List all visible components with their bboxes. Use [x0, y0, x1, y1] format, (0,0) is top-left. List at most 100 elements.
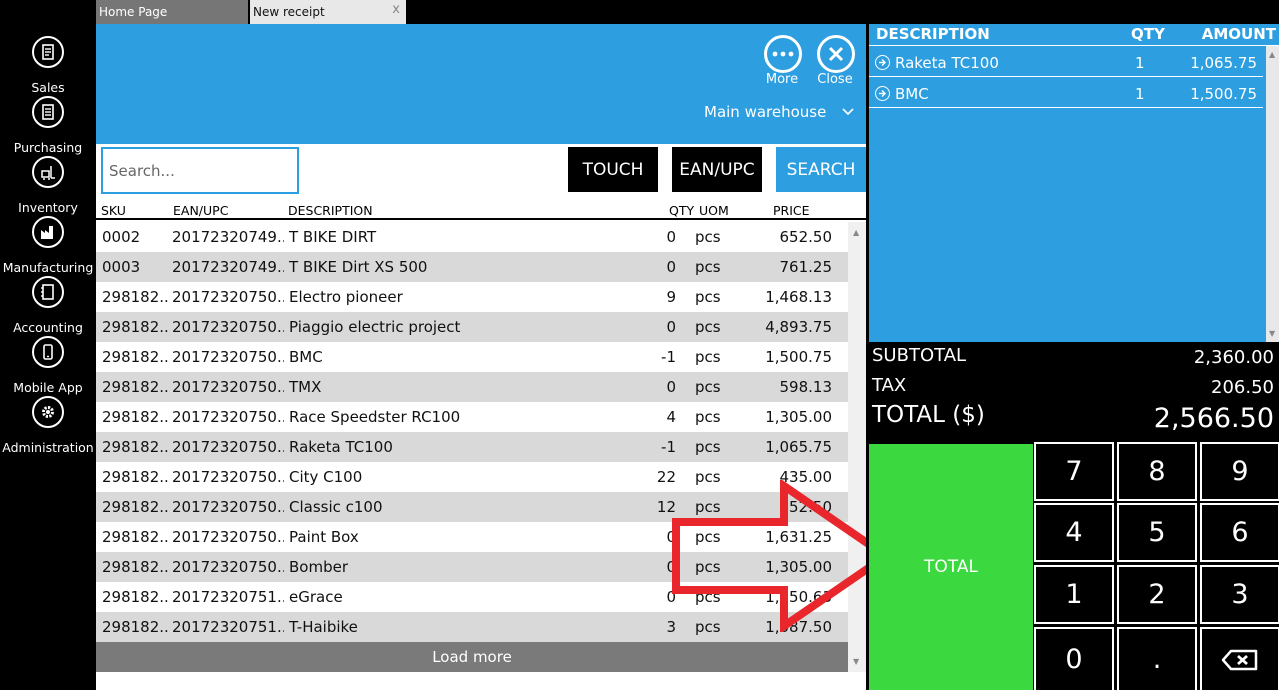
price-cell: 652.50 — [779, 498, 833, 516]
scroll-up-icon[interactable]: ▲ — [853, 228, 859, 237]
search-button[interactable]: SEARCH — [776, 147, 866, 192]
cart-line[interactable]: BMC 1 1,500.75 — [869, 78, 1263, 108]
tab-label: Home Page — [99, 5, 168, 19]
column-header-price[interactable]: PRICE — [773, 203, 810, 218]
sidebar-item-label: Mobile App — [13, 380, 83, 395]
description-cell: Piaggio electric project — [289, 318, 461, 336]
uom-cell: pcs — [695, 378, 721, 396]
ean-cell: 20172320750... — [172, 468, 284, 486]
arrow-right-circle-icon[interactable] — [875, 86, 890, 101]
table-row[interactable]: 298182... 20172320750... Classic c100 12 pcs… — [96, 492, 848, 522]
subtotal-label: SUBTOTAL — [872, 345, 967, 366]
uom-cell: pcs — [695, 588, 721, 606]
total-value: 2,566.50 — [1153, 403, 1274, 434]
table-row[interactable]: 0003 20172320749... T BIKE Dirt XS 500 0 pcs… — [96, 252, 848, 282]
key-1[interactable]: 1 — [1034, 565, 1114, 624]
sidebar-item-manufacturing[interactable]: Manufacturing — [0, 216, 96, 276]
scroll-up-icon[interactable]: ▲ — [1269, 50, 1275, 59]
ean-upc-button[interactable]: EAN/UPC — [672, 147, 762, 192]
touch-button[interactable]: TOUCH — [568, 147, 658, 192]
scroll-down-icon[interactable]: ▼ — [1269, 329, 1275, 338]
table-row[interactable]: 0002 20172320749... T BIKE DIRT 0 pcs 652.50 — [96, 222, 848, 252]
qty-cell: 0 — [666, 558, 676, 576]
scroll-down-icon[interactable]: ▼ — [853, 657, 859, 666]
description-cell: eGrace — [289, 588, 343, 606]
more-icon — [772, 51, 794, 57]
key-4[interactable]: 4 — [1034, 503, 1114, 562]
mobile-app-icon — [32, 336, 64, 368]
key-6[interactable]: 6 — [1200, 503, 1279, 562]
qty-cell: 0 — [666, 378, 676, 396]
ean-cell: 20172320750... — [172, 288, 284, 306]
close-button[interactable] — [817, 35, 855, 73]
cart-scrollbar[interactable]: ▲ ▼ — [1266, 46, 1279, 342]
sidebar-item-sales[interactable]: Sales — [0, 36, 96, 96]
sidebar-item-inventory[interactable]: Inventory — [0, 156, 96, 216]
table-row[interactable]: 298182... 20172320750... BMC -1 pcs 1,500.75 — [96, 342, 848, 372]
key-7[interactable]: 7 — [1034, 442, 1114, 501]
key-8[interactable]: 8 — [1117, 442, 1197, 501]
table-row[interactable]: 298182... 20172320750... TMX 0 pcs 598.13 — [96, 372, 848, 402]
qty-cell: 12 — [656, 498, 676, 516]
backspace-button[interactable] — [1200, 627, 1279, 690]
cart-column-description: DESCRIPTION — [876, 25, 990, 43]
price-cell: 761.25 — [779, 258, 833, 276]
sidebar-item-administration[interactable]: Administration — [0, 396, 96, 456]
description-cell: Raketa TC100 — [289, 438, 393, 456]
search-input[interactable] — [101, 147, 299, 194]
more-button[interactable] — [764, 35, 802, 73]
qty-cell: -1 — [661, 438, 676, 456]
table-row[interactable]: 298182... 20172320750... Race Speedster RC… — [96, 402, 848, 432]
sidebar-item-purchasing[interactable]: Purchasing — [0, 96, 96, 156]
key-9[interactable]: 9 — [1200, 442, 1279, 501]
sku-cell: 0003 — [102, 258, 141, 276]
sku-cell: 298182... — [102, 618, 168, 636]
table-row[interactable]: 298182... 20172320750... City C100 22 pcs 435… — [96, 462, 848, 492]
key-5[interactable]: 5 — [1117, 503, 1197, 562]
column-header-ean[interactable]: EAN/UPC — [173, 203, 228, 218]
tab-home-page[interactable]: Home Page — [96, 0, 248, 24]
cart-line[interactable]: Raketa TC100 1 1,065.75 — [869, 47, 1263, 77]
qty-cell: 0 — [666, 528, 676, 546]
column-header-qty[interactable]: QTY — [669, 203, 694, 218]
cart-line-description: Raketa TC100 — [895, 54, 999, 72]
price-cell: 652.50 — [779, 228, 833, 246]
key-0[interactable]: 0 — [1034, 627, 1114, 690]
price-cell: 1,250.63 — [765, 588, 832, 606]
column-header-uom[interactable]: UOM — [699, 203, 729, 218]
table-row[interactable]: 298182... 20172320750... Raketa TC100 -1 pcs… — [96, 432, 848, 462]
table-row[interactable]: 298182... 20172320750... Bomber 0 pcs 1,305.0… — [96, 552, 848, 582]
table-row[interactable]: 298182... 20172320750... Electro pioneer 9 p… — [96, 282, 848, 312]
key-decimal[interactable]: . — [1117, 627, 1197, 690]
description-cell: T BIKE Dirt XS 500 — [289, 258, 428, 276]
qty-cell: 0 — [666, 258, 676, 276]
key-2[interactable]: 2 — [1117, 565, 1197, 624]
sidebar-item-mobile-app[interactable]: Mobile App — [0, 336, 96, 396]
uom-cell: pcs — [695, 438, 721, 456]
accounting-icon — [32, 276, 64, 308]
column-header-sku[interactable]: SKU — [101, 203, 126, 218]
uom-cell: pcs — [695, 528, 721, 546]
uom-cell: pcs — [695, 288, 721, 306]
grid-scrollbar[interactable]: ▲ ▼ — [848, 222, 866, 672]
key-3[interactable]: 3 — [1200, 565, 1279, 624]
tab-new-receipt[interactable]: New receipt x — [250, 0, 406, 24]
uom-cell: pcs — [695, 348, 721, 366]
total-button[interactable]: TOTAL — [869, 444, 1033, 690]
load-more-button[interactable]: Load more — [96, 642, 848, 672]
table-row[interactable]: 298182... 20172320751... T-Haibike 3 pcs 1,08… — [96, 612, 848, 642]
table-row[interactable]: 298182... 20172320750... Paint Box 0 pcs 1,63… — [96, 522, 848, 552]
receipt-panel: DESCRIPTION QTY AMOUNT Raketa TC100 1 1,06… — [866, 24, 1279, 690]
warehouse-dropdown[interactable]: Main warehouse — [704, 101, 854, 123]
sidebar-item-accounting[interactable]: Accounting — [0, 276, 96, 336]
table-row[interactable]: 298182... 20172320750... Piaggio electric … — [96, 312, 848, 342]
arrow-right-circle-icon[interactable] — [875, 55, 890, 70]
uom-cell: pcs — [695, 318, 721, 336]
tab-close-icon[interactable]: x — [392, 0, 400, 22]
table-row[interactable]: 298182... 20172320751... eGrace 0 pcs 1,250.6… — [96, 582, 848, 612]
column-header-description[interactable]: DESCRIPTION — [288, 203, 373, 218]
uom-cell: pcs — [695, 468, 721, 486]
tax-label: TAX — [872, 375, 907, 396]
ean-cell: 20172320750... — [172, 318, 284, 336]
description-cell: City C100 — [289, 468, 363, 486]
